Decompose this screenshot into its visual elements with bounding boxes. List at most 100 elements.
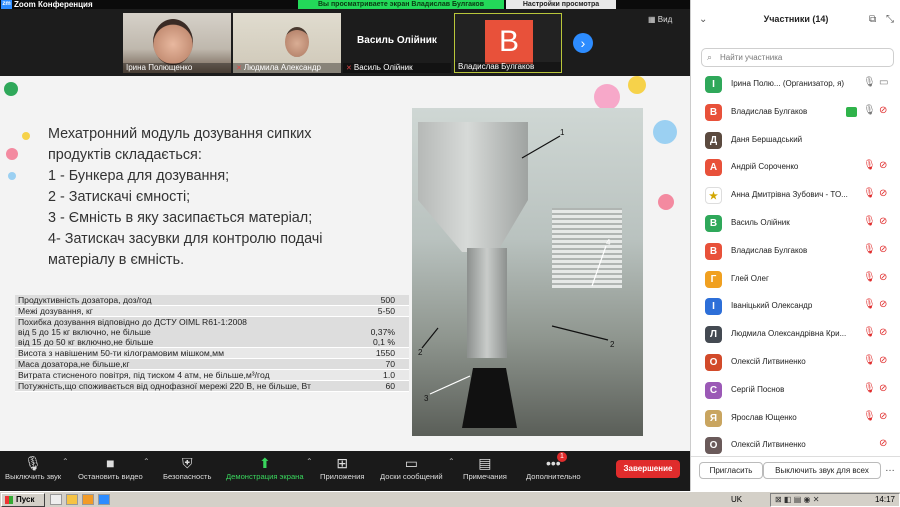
windows-logo-icon (5, 496, 13, 504)
video-tile[interactable]: Василь Олійник ✕ Василь Олійник (343, 13, 451, 73)
camera-off-icon[interactable]: ⊘ (879, 160, 887, 171)
spec-label: Похибка дозування відповідно до ДСТУ OIM… (18, 317, 247, 347)
participant-name: Василь Олійник (731, 217, 790, 227)
quicklaunch-icon[interactable] (50, 494, 62, 505)
panel-footer: Пригласить Выключить звук для всех … (691, 456, 900, 491)
spec-label: Висота з навішеним 50-ти кілограмовим мі… (18, 348, 224, 358)
decor-dot (4, 82, 18, 96)
more-icon: ••• (545, 455, 561, 471)
tile-name: Ірина Полющенко (123, 63, 231, 73)
callout-label: 1 (560, 128, 565, 137)
camera-off-icon[interactable]: ⊘ (879, 299, 887, 310)
end-meeting-button[interactable]: Завершение (616, 460, 680, 478)
mic-off-icon[interactable]: 🎙 (863, 244, 876, 255)
language-indicator[interactable]: UK (731, 494, 742, 506)
participant-row[interactable]: Я Ярослав Ющенко 🎙 ⊘ (691, 405, 900, 433)
participant-row[interactable]: І Ірина Полю... (Организатор, я) 🎙 ▭ (691, 71, 900, 99)
share-screen-button[interactable]: ⬆ Демонстрация экрана (226, 454, 304, 481)
avatar: В (705, 214, 722, 232)
participant-name: Людмила Олександрівна Кри... (731, 329, 847, 339)
spec-label: Витрата стисненого повітря, під тиском 4… (18, 370, 270, 380)
camera-off-icon[interactable]: ⊘ (879, 272, 887, 283)
mic-icon[interactable]: 🎙 (863, 105, 876, 116)
callout-label: 2 (418, 348, 423, 357)
invite-button[interactable]: Пригласить (699, 462, 763, 479)
toolbar-label: Приложения (320, 472, 365, 481)
participant-row[interactable]: В Владислав Булгаков 🎙 ⊘ (691, 238, 900, 266)
view-button[interactable]: ▦ Вид (648, 15, 672, 24)
slide-line: матеріалу в ємність. (48, 252, 185, 268)
video-tile[interactable]: ✕ Людмила Александр (233, 13, 341, 73)
tile-name: Владислав Булгаков (455, 62, 561, 72)
chevron-up-icon[interactable]: ⌃ (306, 457, 313, 466)
mic-off-icon[interactable]: 🎙 (863, 383, 876, 394)
whiteboard-icon: ▭ (404, 455, 418, 471)
table-row: Потужність,що споживається від однофазно… (15, 380, 409, 392)
camera-off-icon[interactable]: ⊘ (879, 105, 887, 116)
camera-off-icon[interactable]: ⊘ (879, 188, 887, 199)
mute-button[interactable]: 🎙 Выключить звук (5, 454, 61, 481)
camera-off-icon[interactable]: ⊘ (879, 244, 887, 255)
next-page-button[interactable]: › (573, 33, 593, 53)
mic-off-icon[interactable]: 🎙 (863, 327, 876, 338)
start-button[interactable]: Пуск (1, 493, 45, 507)
camera-off-icon[interactable]: ⊘ (879, 438, 887, 449)
chevron-up-icon[interactable]: ⌃ (448, 457, 455, 466)
stop-video-button[interactable]: ■ Остановить видео (78, 454, 143, 481)
mic-off-icon[interactable]: 🎙 (863, 299, 876, 310)
participant-row[interactable]: Д Даня Бершадський (691, 127, 900, 155)
apps-button[interactable]: ⊞ Приложения (320, 454, 364, 481)
view-options-button[interactable]: Настройки просмотра (506, 0, 616, 9)
participant-row[interactable]: ★ Анна Дмитрівна Зубович - ТО... 🎙 ⊘ (691, 182, 900, 210)
media-icon[interactable] (82, 494, 94, 505)
participant-name: Глей Олег (731, 273, 769, 283)
clock[interactable]: 14:17 (875, 494, 895, 506)
spec-value: 60 (385, 381, 395, 391)
participant-row[interactable]: В Василь Олійник 🎙 ⊘ (691, 210, 900, 238)
mic-icon[interactable]: 🎙 (863, 77, 876, 88)
mic-off-icon[interactable]: 🎙 (863, 160, 876, 171)
camera-off-icon[interactable]: ⊘ (879, 327, 887, 338)
participant-row[interactable]: В Владислав Булгаков 🎙 ⊘ (691, 99, 900, 127)
participant-row[interactable]: О Олексій Литвиненко 🎙 ⊘ (691, 349, 900, 377)
participant-row[interactable]: А Андрій Сороченко 🎙 ⊘ (691, 154, 900, 182)
whiteboard-button[interactable]: ▭ Доски сообщений (380, 454, 443, 481)
collapse-icon[interactable]: ⤡ (886, 14, 894, 25)
participant-name: Іваніцький Олександр (731, 301, 813, 311)
screen-share-icon (846, 106, 857, 117)
chevron-up-icon[interactable]: ⌃ (62, 457, 69, 466)
chevron-up-icon[interactable]: ⌃ (143, 457, 150, 466)
camera-off-icon[interactable]: ⊘ (879, 216, 887, 227)
participant-list: І Ірина Полю... (Организатор, я) 🎙 ▭ В В… (691, 71, 900, 460)
participant-row[interactable]: С Сергій Поснов 🎙 ⊘ (691, 377, 900, 405)
camera-off-icon[interactable]: ⊘ (879, 383, 887, 394)
participant-name: Олексій Литвиненко (731, 356, 806, 366)
camera-off-icon[interactable]: ⊘ (879, 411, 887, 422)
popout-icon[interactable]: ⧉ (869, 14, 876, 25)
zoom-taskbar-icon[interactable] (98, 494, 110, 505)
decor-dot (628, 76, 646, 94)
notes-button[interactable]: ▤ Примечания (463, 454, 507, 481)
more-button[interactable]: ••• Дополнительно (526, 454, 581, 481)
participant-row[interactable]: І Іваніцький Олександр 🎙 ⊘ (691, 293, 900, 321)
search-placeholder: Найти участника (720, 53, 783, 62)
search-input[interactable]: ⌕ Найти участника (701, 48, 894, 67)
video-tile[interactable]: B Владислав Булгаков (454, 13, 562, 73)
camera-icon[interactable]: ▭ (879, 77, 888, 88)
mic-off-icon[interactable]: 🎙 (863, 355, 876, 366)
search-icon: ⌕ (707, 52, 713, 62)
mic-off-icon[interactable]: 🎙 (863, 216, 876, 227)
toolbar-label: Доски сообщений (380, 472, 443, 481)
mute-all-button[interactable]: Выключить звук для всех (763, 462, 881, 479)
mic-off-icon[interactable]: 🎙 (863, 188, 876, 199)
more-icon[interactable]: … (885, 463, 895, 474)
camera-off-icon[interactable]: ⊘ (879, 355, 887, 366)
mic-off-icon[interactable]: 🎙 (863, 411, 876, 422)
video-tile[interactable]: Ірина Полющенко (123, 13, 231, 73)
participant-row[interactable]: Л Людмила Олександрівна Кри... 🎙 ⊘ (691, 321, 900, 349)
folder-icon[interactable] (66, 494, 78, 505)
grid-icon: ▦ (648, 15, 658, 24)
mic-off-icon[interactable]: 🎙 (863, 272, 876, 283)
participant-row[interactable]: Г Глей Олег 🎙 ⊘ (691, 266, 900, 294)
security-button[interactable]: ⛨ Безопасность (163, 454, 211, 481)
